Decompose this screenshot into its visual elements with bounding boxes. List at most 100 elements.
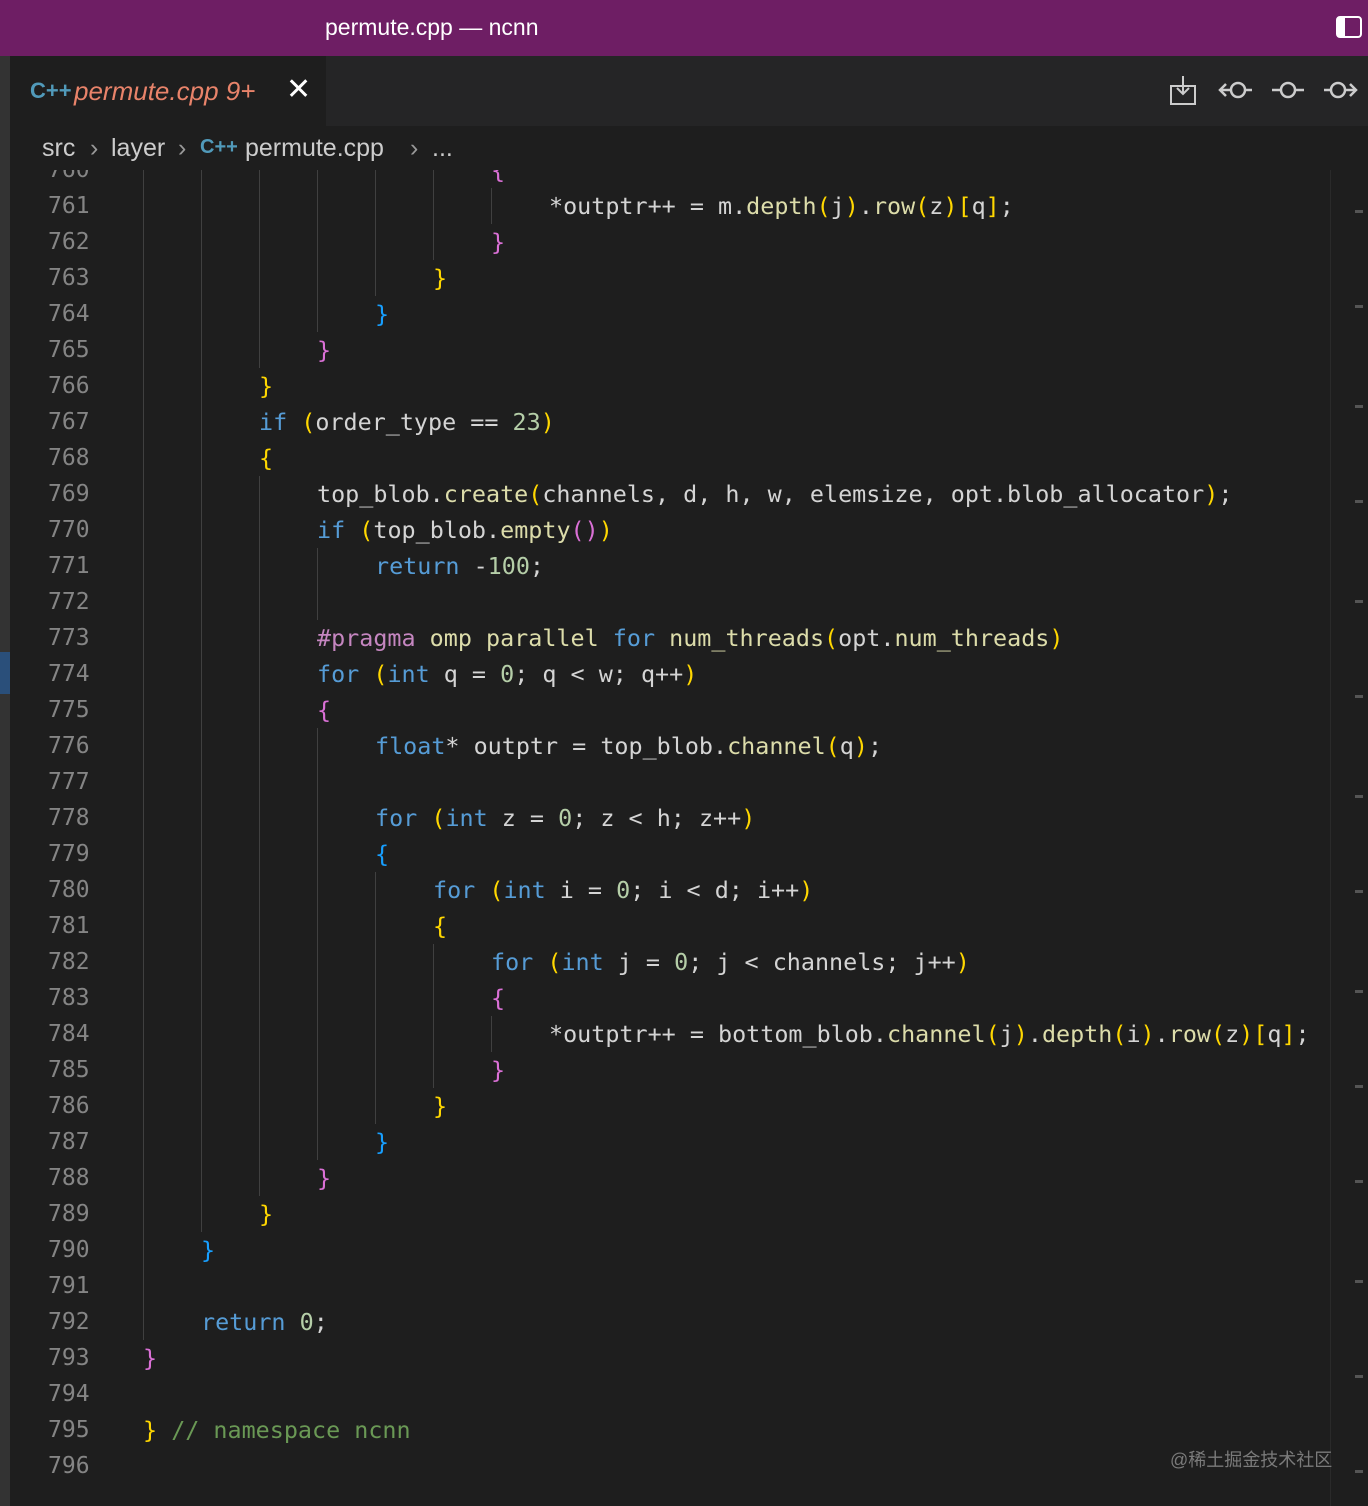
code-line: } bbox=[317, 336, 332, 364]
code-line: for (int z = 0; z < h; z++) bbox=[375, 804, 756, 832]
git-commit-icon[interactable] bbox=[1270, 72, 1306, 108]
cpp-file-icon: C++ bbox=[30, 78, 72, 103]
line-number: 775 bbox=[48, 697, 90, 723]
breadcrumb-item-layer[interactable]: layer bbox=[111, 134, 165, 163]
line-number: 776 bbox=[48, 733, 90, 759]
line-number: 790 bbox=[48, 1237, 90, 1263]
indent-guide bbox=[201, 170, 202, 1232]
toggle-sidebar-icon[interactable] bbox=[1336, 16, 1362, 38]
code-line: } bbox=[491, 228, 506, 256]
chevron-right-icon: › bbox=[90, 134, 99, 162]
indent-guide bbox=[317, 170, 318, 332]
line-number: 782 bbox=[48, 949, 90, 975]
line-number: 780 bbox=[48, 877, 90, 903]
minimap-mark bbox=[1355, 500, 1363, 503]
breadcrumb-item-symbols[interactable]: ... bbox=[432, 134, 453, 163]
activity-edge bbox=[0, 56, 10, 1506]
line-number: 768 bbox=[48, 445, 90, 471]
line-number: 764 bbox=[48, 301, 90, 327]
code-line: if (top_blob.empty()) bbox=[317, 516, 613, 544]
code-line: float* outptr = top_blob.channel(q); bbox=[375, 732, 883, 760]
line-number: 787 bbox=[48, 1129, 90, 1155]
code-line: { bbox=[491, 170, 506, 184]
minimap[interactable] bbox=[1330, 170, 1368, 1506]
line-number: 774 bbox=[48, 661, 90, 687]
minimap-mark bbox=[1355, 1375, 1363, 1378]
chevron-right-icon: › bbox=[178, 134, 187, 162]
code-editor[interactable]: 760 761 762 763 764 765 766 767 768 769 … bbox=[10, 170, 1330, 1506]
line-number: 783 bbox=[48, 985, 90, 1011]
indent-guide bbox=[143, 170, 144, 1340]
line-number: 788 bbox=[48, 1165, 90, 1191]
minimap-mark bbox=[1355, 990, 1363, 993]
line-number: 762 bbox=[48, 229, 90, 255]
code-line: } bbox=[433, 1092, 448, 1120]
line-number: 777 bbox=[48, 769, 90, 795]
breadcrumb: src › layer › C++ permute.cpp › ... bbox=[10, 126, 1368, 170]
code-line: if (order_type == 23) bbox=[259, 408, 555, 436]
code-line: } bbox=[491, 1056, 506, 1084]
line-number: 760 bbox=[48, 170, 90, 183]
code-line: } bbox=[433, 264, 448, 292]
cursor-line-indicator bbox=[0, 652, 10, 694]
minimap-mark bbox=[1355, 405, 1363, 408]
code-line: { bbox=[491, 984, 506, 1012]
code-line: *outptr++ = m.depth(j).row(z)[q]; bbox=[549, 192, 1014, 220]
chevron-right-icon: › bbox=[410, 134, 419, 162]
indent-guide bbox=[433, 944, 434, 1088]
code-line: return -100; bbox=[375, 552, 545, 580]
close-icon[interactable]: ✕ bbox=[286, 72, 311, 107]
indent-guide bbox=[491, 1016, 492, 1052]
git-commit-prev-icon[interactable] bbox=[1218, 72, 1254, 108]
indent-guide bbox=[317, 548, 318, 620]
line-number: 766 bbox=[48, 373, 90, 399]
line-number: 763 bbox=[48, 265, 90, 291]
code-line: { bbox=[317, 696, 332, 724]
line-number: 795 bbox=[48, 1417, 90, 1443]
code-line: } bbox=[375, 300, 390, 328]
code-line: } bbox=[201, 1236, 216, 1264]
code-line: } bbox=[259, 1200, 274, 1228]
code-line: for (int i = 0; i < d; i++) bbox=[433, 876, 814, 904]
code-line: { bbox=[259, 444, 274, 472]
line-number: 769 bbox=[48, 481, 90, 507]
indent-guide bbox=[259, 476, 260, 1196]
code-line: } // namespace ncnn bbox=[143, 1416, 411, 1444]
git-commit-next-icon[interactable] bbox=[1322, 72, 1358, 108]
line-number: 785 bbox=[48, 1057, 90, 1083]
line-number: 773 bbox=[48, 625, 90, 651]
window-title: permute.cpp — ncnn bbox=[325, 14, 539, 40]
minimap-mark bbox=[1355, 1085, 1363, 1088]
line-number: 781 bbox=[48, 913, 90, 939]
breadcrumb-item-src[interactable]: src bbox=[42, 134, 75, 163]
line-number: 793 bbox=[48, 1345, 90, 1371]
code-line: } bbox=[259, 372, 274, 400]
line-number: 771 bbox=[48, 553, 90, 579]
tab-permute-cpp[interactable]: C++ permute.cpp 9+ ✕ bbox=[10, 56, 326, 126]
line-number: 779 bbox=[48, 841, 90, 867]
line-number: 784 bbox=[48, 1021, 90, 1047]
download-icon[interactable] bbox=[1165, 72, 1201, 108]
minimap-mark bbox=[1355, 695, 1363, 698]
indent-guide bbox=[433, 170, 434, 260]
line-number: 767 bbox=[48, 409, 90, 435]
minimap-mark bbox=[1355, 210, 1363, 213]
indent-guide bbox=[259, 170, 260, 368]
code-line: { bbox=[375, 840, 390, 868]
indent-guide bbox=[375, 872, 376, 1124]
line-number: 789 bbox=[48, 1201, 90, 1227]
line-number: 772 bbox=[48, 589, 90, 615]
code-line: #pragma omp parallel for num_threads(opt… bbox=[317, 624, 1064, 652]
indent-guide bbox=[375, 170, 376, 296]
line-number: 770 bbox=[48, 517, 90, 543]
indent-guide bbox=[491, 188, 492, 224]
line-number: 794 bbox=[48, 1381, 90, 1407]
code-line: } bbox=[143, 1344, 158, 1372]
minimap-mark bbox=[1355, 600, 1363, 603]
line-number: 791 bbox=[48, 1273, 90, 1299]
indent-guide bbox=[317, 728, 318, 1160]
breadcrumb-item-file[interactable]: permute.cpp bbox=[245, 134, 384, 163]
watermark: @稀土掘金技术社区 bbox=[1170, 1450, 1333, 1470]
minimap-mark bbox=[1355, 305, 1363, 308]
minimap-mark bbox=[1355, 1280, 1363, 1283]
